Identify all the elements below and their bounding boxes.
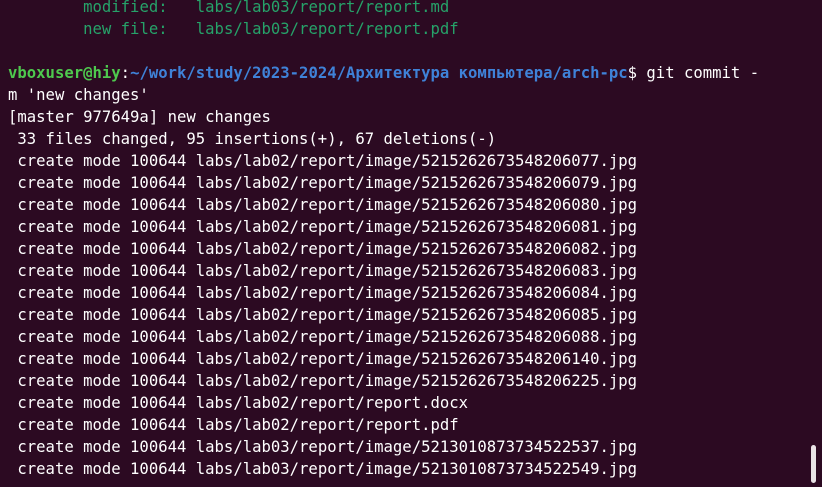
create-mode-prefix: create mode 100644 bbox=[8, 350, 196, 368]
commit-header: [master 977649a] new changes bbox=[8, 108, 271, 126]
create-mode-line: create mode 100644 labs/lab02/report/rep… bbox=[8, 392, 808, 414]
staged-file-line: modified: labs/lab03/report/report.md bbox=[8, 0, 808, 18]
create-mode-line: create mode 100644 labs/lab02/report/ima… bbox=[8, 172, 808, 194]
create-mode-prefix: create mode 100644 bbox=[8, 196, 196, 214]
created-file-path: labs/lab02/report/report.docx bbox=[195, 394, 469, 412]
create-mode-prefix: create mode 100644 bbox=[8, 240, 196, 258]
create-mode-prefix: create mode 100644 bbox=[8, 284, 196, 302]
create-mode-line: create mode 100644 labs/lab02/report/rep… bbox=[8, 414, 808, 436]
terminal-window[interactable]: modified: labs/lab03/report/report.md ne… bbox=[0, 0, 822, 487]
staged-file-line: new file: labs/lab03/report/report.pdf bbox=[8, 18, 808, 40]
create-mode-prefix: create mode 100644 bbox=[8, 152, 196, 170]
create-mode-prefix: create mode 100644 bbox=[8, 372, 196, 390]
commit-summary: 33 files changed, 95 insertions(+), 67 d… bbox=[8, 130, 497, 148]
create-mode-line: create mode 100644 labs/lab02/report/ima… bbox=[8, 326, 808, 348]
staged-status: new file: bbox=[83, 20, 168, 38]
create-mode-prefix: create mode 100644 bbox=[8, 416, 196, 434]
created-file-path: labs/lab02/report/image/5215262673548206… bbox=[195, 174, 638, 192]
command-text: git commit - bbox=[637, 64, 760, 82]
command-continuation: m 'new changes' bbox=[8, 86, 149, 104]
created-file-path: labs/lab02/report/image/5215262673548206… bbox=[195, 196, 638, 214]
staged-path: labs/lab03/report/report.md bbox=[195, 0, 450, 16]
prompt-user-host: vboxuser@hiy bbox=[8, 64, 121, 82]
create-mode-prefix: create mode 100644 bbox=[8, 394, 196, 412]
staged-path: labs/lab03/report/report.pdf bbox=[195, 20, 459, 38]
create-mode-prefix: create mode 100644 bbox=[8, 460, 196, 478]
created-file-path: labs/lab03/report/image/5213010873734522… bbox=[195, 460, 638, 478]
staged-status: modified: bbox=[83, 0, 168, 16]
created-file-path: labs/lab02/report/image/5215262673548206… bbox=[195, 262, 638, 280]
created-file-path: labs/lab02/report/image/5215262673548206… bbox=[195, 284, 638, 302]
create-mode-prefix: create mode 100644 bbox=[8, 218, 196, 236]
created-file-path: labs/lab02/report/image/5215262673548206… bbox=[195, 218, 638, 236]
create-mode-line: create mode 100644 labs/lab02/report/ima… bbox=[8, 150, 808, 172]
scrollbar[interactable] bbox=[810, 0, 818, 487]
create-mode-line: create mode 100644 labs/lab02/report/ima… bbox=[8, 260, 808, 282]
create-mode-prefix: create mode 100644 bbox=[8, 262, 196, 280]
create-mode-line: create mode 100644 labs/lab02/report/ima… bbox=[8, 282, 808, 304]
create-mode-line: create mode 100644 labs/lab02/report/ima… bbox=[8, 348, 808, 370]
created-file-path: labs/lab02/report/image/5215262673548206… bbox=[195, 350, 638, 368]
create-mode-prefix: create mode 100644 bbox=[8, 174, 196, 192]
create-mode-prefix: create mode 100644 bbox=[8, 438, 196, 456]
created-file-path: labs/lab02/report/image/5215262673548206… bbox=[195, 372, 638, 390]
prompt-separator: : bbox=[120, 64, 131, 82]
create-mode-line: create mode 100644 labs/lab03/report/ima… bbox=[8, 458, 808, 480]
terminal-output[interactable]: modified: labs/lab03/report/report.md ne… bbox=[8, 0, 808, 480]
scrollbar-thumb[interactable] bbox=[811, 445, 816, 483]
create-mode-line: create mode 100644 labs/lab03/report/ima… bbox=[8, 436, 808, 458]
prompt-dollar: $ bbox=[627, 64, 638, 82]
prompt-line: vboxuser@hiy:~/work/study/2023-2024/Архи… bbox=[8, 62, 808, 84]
created-file-path: labs/lab02/report/image/5215262673548206… bbox=[195, 152, 638, 170]
create-mode-line: create mode 100644 labs/lab02/report/ima… bbox=[8, 304, 808, 326]
created-file-path: labs/lab02/report/image/5215262673548206… bbox=[195, 328, 638, 346]
created-file-path: labs/lab02/report/image/5215262673548206… bbox=[195, 306, 638, 324]
created-file-path: labs/lab03/report/image/5213010873734522… bbox=[195, 438, 638, 456]
create-mode-line: create mode 100644 labs/lab02/report/ima… bbox=[8, 194, 808, 216]
create-mode-prefix: create mode 100644 bbox=[8, 328, 196, 346]
prompt-path: ~/work/study/2023-2024/Архитектура компь… bbox=[130, 64, 628, 82]
create-mode-line: create mode 100644 labs/lab02/report/ima… bbox=[8, 238, 808, 260]
create-mode-prefix: create mode 100644 bbox=[8, 306, 196, 324]
created-files-list: create mode 100644 labs/lab02/report/ima… bbox=[8, 150, 808, 480]
created-file-path: labs/lab02/report/report.pdf bbox=[195, 416, 459, 434]
create-mode-line: create mode 100644 labs/lab02/report/ima… bbox=[8, 216, 808, 238]
created-file-path: labs/lab02/report/image/5215262673548206… bbox=[195, 240, 638, 258]
create-mode-line: create mode 100644 labs/lab02/report/ima… bbox=[8, 370, 808, 392]
